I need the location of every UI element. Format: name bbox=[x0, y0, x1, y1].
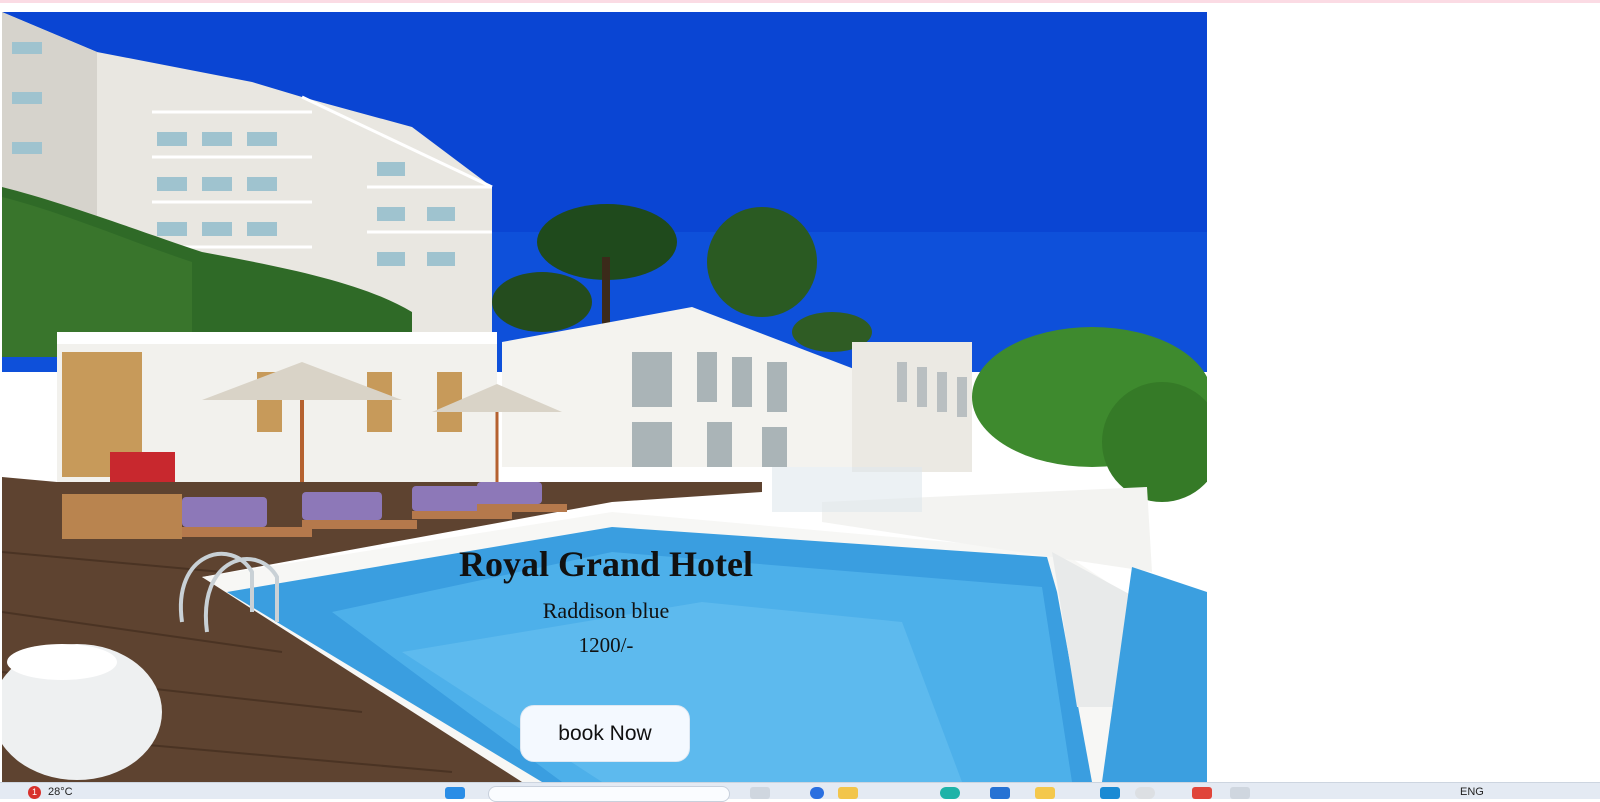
file-explorer-icon[interactable] bbox=[838, 787, 858, 799]
language-indicator[interactable]: ENG bbox=[1460, 786, 1484, 798]
hotel-subtitle: Raddison blue bbox=[542, 598, 670, 623]
book-now-button[interactable]: book Now bbox=[520, 705, 690, 762]
weather-badge[interactable]: 1 bbox=[28, 786, 41, 799]
store-icon[interactable] bbox=[990, 787, 1010, 799]
hero-section: Royal Grand Hotel Raddison blue 1200/- bbox=[2, 12, 1207, 782]
chat-icon[interactable] bbox=[810, 787, 824, 799]
windows-taskbar: 1 28°C ENG bbox=[0, 782, 1600, 802]
app-icon-2[interactable] bbox=[1230, 787, 1250, 799]
hotel-pool-photo bbox=[2, 12, 1207, 782]
vscode-icon[interactable] bbox=[1100, 787, 1120, 799]
app-icon[interactable] bbox=[1192, 787, 1212, 799]
hotel-title: Royal Grand Hotel bbox=[459, 544, 753, 584]
top-accent-strip bbox=[0, 0, 1600, 3]
chrome-icon[interactable] bbox=[1135, 787, 1155, 799]
edge-icon[interactable] bbox=[940, 787, 960, 799]
taskbar-search-box[interactable] bbox=[488, 786, 730, 802]
hero-caption: Royal Grand Hotel Raddison blue 1200/- bbox=[406, 542, 806, 659]
mail-icon[interactable] bbox=[1035, 787, 1055, 799]
hotel-price: 1200/- bbox=[578, 633, 634, 657]
task-view-icon[interactable] bbox=[750, 787, 770, 799]
weather-temperature[interactable]: 28°C bbox=[48, 786, 73, 798]
start-icon[interactable] bbox=[445, 787, 465, 799]
